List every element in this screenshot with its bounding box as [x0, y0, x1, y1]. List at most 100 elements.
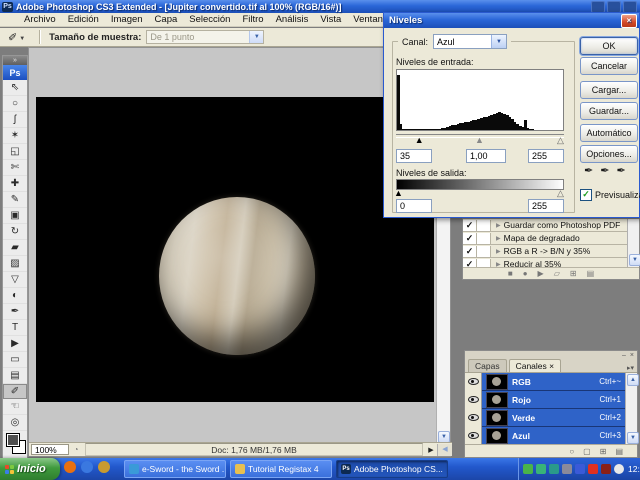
- shape-tool[interactable]: ▭: [3, 352, 27, 368]
- zoom-tool[interactable]: ◎: [3, 415, 27, 431]
- input-black-field[interactable]: 35: [396, 149, 432, 163]
- taskbar-clock[interactable]: 12:55 p.m.: [628, 464, 640, 474]
- output-black-slider[interactable]: ▲: [394, 189, 403, 198]
- channel-row-rgb[interactable]: RGBCtrl+~: [465, 373, 625, 391]
- hand-tool[interactable]: ☜: [3, 399, 27, 415]
- levels-dialog-titlebar[interactable]: Niveles ×: [384, 13, 639, 28]
- output-black-field[interactable]: 0: [396, 199, 432, 213]
- action-enabled-checkbox[interactable]: ✓: [463, 220, 477, 231]
- quicklaunch-app-icon[interactable]: [98, 461, 110, 473]
- pen-tool[interactable]: ✒: [3, 304, 27, 320]
- magic-wand-tool[interactable]: ✶: [3, 128, 27, 144]
- save-button[interactable]: Guardar...: [580, 102, 638, 120]
- white-point-eyedropper-icon[interactable]: ✒: [616, 164, 625, 177]
- start-button[interactable]: Inicio: [0, 458, 60, 480]
- ok-button[interactable]: OK: [580, 37, 638, 55]
- input-gamma-slider[interactable]: ▲: [475, 136, 484, 145]
- task-button-e-sword-the-sword[interactable]: e-Sword - the Sword ...: [124, 460, 226, 478]
- menu-item-edicio-n[interactable]: Edición: [62, 14, 105, 25]
- panel-close-icon[interactable]: ×: [630, 352, 634, 359]
- channel-row-verde[interactable]: VerdeCtrl+2: [465, 409, 625, 427]
- output-white-slider[interactable]: △: [557, 189, 564, 198]
- visibility-cell[interactable]: [465, 427, 482, 445]
- panel-minimize-icon[interactable]: –: [622, 352, 626, 359]
- scroll-left-icon[interactable]: ◀: [437, 444, 452, 456]
- move-tool[interactable]: ⇖: [3, 80, 27, 96]
- action-dialog-toggle[interactable]: [477, 246, 491, 257]
- tool-preset-caret-icon[interactable]: ▼: [19, 36, 25, 42]
- preview-option[interactable]: ✓ Previsualizar: [580, 189, 640, 201]
- dodge-tool[interactable]: ◐: [3, 288, 27, 304]
- menu-item-archivo[interactable]: Archivo: [18, 14, 62, 25]
- menu-item-seleccio-n[interactable]: Selección: [183, 14, 236, 25]
- preview-checkbox[interactable]: ✓: [580, 189, 592, 201]
- delete-channel-icon[interactable]: ▤: [615, 447, 623, 456]
- action-dialog-toggle[interactable]: [477, 233, 491, 244]
- eraser-tool[interactable]: ▰: [3, 240, 27, 256]
- expand-arrow-icon[interactable]: ▶: [496, 222, 501, 229]
- action-enabled-checkbox[interactable]: ✓: [463, 233, 477, 244]
- delete-action-icon[interactable]: ▤: [587, 269, 595, 278]
- notes-tool[interactable]: ▤: [3, 368, 27, 384]
- clone-stamp-tool[interactable]: ▣: [3, 208, 27, 224]
- toolbox-collapse-grip[interactable]: »: [3, 56, 27, 65]
- record-icon[interactable]: ●: [523, 269, 528, 278]
- actions-scrollbar[interactable]: ▼: [627, 219, 639, 267]
- actions-scroll-down-icon[interactable]: ▼: [629, 254, 640, 266]
- status-menu-arrow-icon[interactable]: ▶: [425, 446, 437, 454]
- sample-size-select[interactable]: De 1 punto ▼: [146, 30, 264, 44]
- channels-scroll-up-icon[interactable]: ▲: [627, 374, 639, 386]
- options-button[interactable]: Opciones...: [580, 145, 638, 163]
- foreground-swatch[interactable]: [6, 433, 20, 447]
- blur-tool[interactable]: ▽: [3, 272, 27, 288]
- tab-canales[interactable]: Canales ×: [509, 359, 562, 372]
- stop-icon[interactable]: ■: [508, 269, 513, 278]
- tray-app-blue-icon[interactable]: [575, 464, 585, 474]
- new-channel-icon[interactable]: ⊞: [600, 447, 607, 456]
- task-button-tutorial-registax-4[interactable]: Tutorial Registax 4: [230, 460, 332, 478]
- channels-scroll-down-icon[interactable]: ▼: [627, 432, 639, 444]
- menu-item-vista[interactable]: Vista: [314, 14, 347, 25]
- menu-item-filtro[interactable]: Filtro: [236, 14, 269, 25]
- tray-network-icon[interactable]: [549, 464, 559, 474]
- new-action-icon[interactable]: ⊞: [570, 269, 577, 278]
- load-button[interactable]: Cargar...: [580, 81, 638, 99]
- marquee-tool[interactable]: ○: [3, 96, 27, 112]
- zoom-field[interactable]: 100%: [31, 444, 69, 455]
- eyedropper-tool-icon[interactable]: ✐: [8, 31, 17, 44]
- action-row[interactable]: ✓▶Mapa de degradado: [463, 232, 627, 245]
- history-brush-tool[interactable]: ↻: [3, 224, 27, 240]
- task-button-adobe-photoshop-cs[interactable]: PsAdobe Photoshop CS...: [336, 460, 448, 478]
- crop-tool[interactable]: ◱: [3, 144, 27, 160]
- action-row[interactable]: ✓▶RGB a R -> B/N y 35%: [463, 245, 627, 258]
- save-mask-icon[interactable]: ▢: [583, 447, 591, 456]
- channel-select[interactable]: Azul ▼: [433, 34, 507, 49]
- visibility-cell[interactable]: [465, 391, 482, 409]
- auto-button[interactable]: Automático: [580, 124, 638, 142]
- action-row[interactable]: ✓▶Guardar como Photoshop PDF: [463, 219, 627, 232]
- healing-brush-tool[interactable]: ✚: [3, 176, 27, 192]
- menu-item-imagen[interactable]: Imagen: [105, 14, 149, 25]
- expand-arrow-icon[interactable]: ▶: [496, 235, 501, 242]
- action-enabled-checkbox[interactable]: ✓: [463, 246, 477, 257]
- input-gamma-field[interactable]: 1,00: [466, 149, 506, 163]
- channel-row-rojo[interactable]: RojoCtrl+1: [465, 391, 625, 409]
- gray-point-eyedropper-icon[interactable]: ✒: [600, 164, 609, 177]
- channel-row-azul[interactable]: AzulCtrl+3: [465, 427, 625, 445]
- tray-agent-icon[interactable]: [601, 464, 611, 474]
- black-point-eyedropper-icon[interactable]: ✒: [584, 164, 593, 177]
- brush-tool[interactable]: ✎: [3, 192, 27, 208]
- panel-menu-icon[interactable]: ▸▾: [627, 364, 637, 372]
- new-set-icon[interactable]: ▱: [554, 269, 560, 278]
- lasso-tool[interactable]: ʃ: [3, 112, 27, 128]
- output-white-field[interactable]: 255: [528, 199, 564, 213]
- image-canvas[interactable]: [36, 97, 434, 402]
- input-white-field[interactable]: 255: [528, 149, 564, 163]
- type-tool[interactable]: T: [3, 320, 27, 336]
- tray-messenger-icon[interactable]: [536, 464, 546, 474]
- cancel-button[interactable]: Cancelar: [580, 57, 638, 75]
- tray-clock-icon[interactable]: [614, 464, 624, 474]
- play-icon[interactable]: ▶: [538, 269, 544, 278]
- dialog-close-icon[interactable]: ×: [621, 14, 637, 28]
- tray-volume-icon[interactable]: [562, 464, 572, 474]
